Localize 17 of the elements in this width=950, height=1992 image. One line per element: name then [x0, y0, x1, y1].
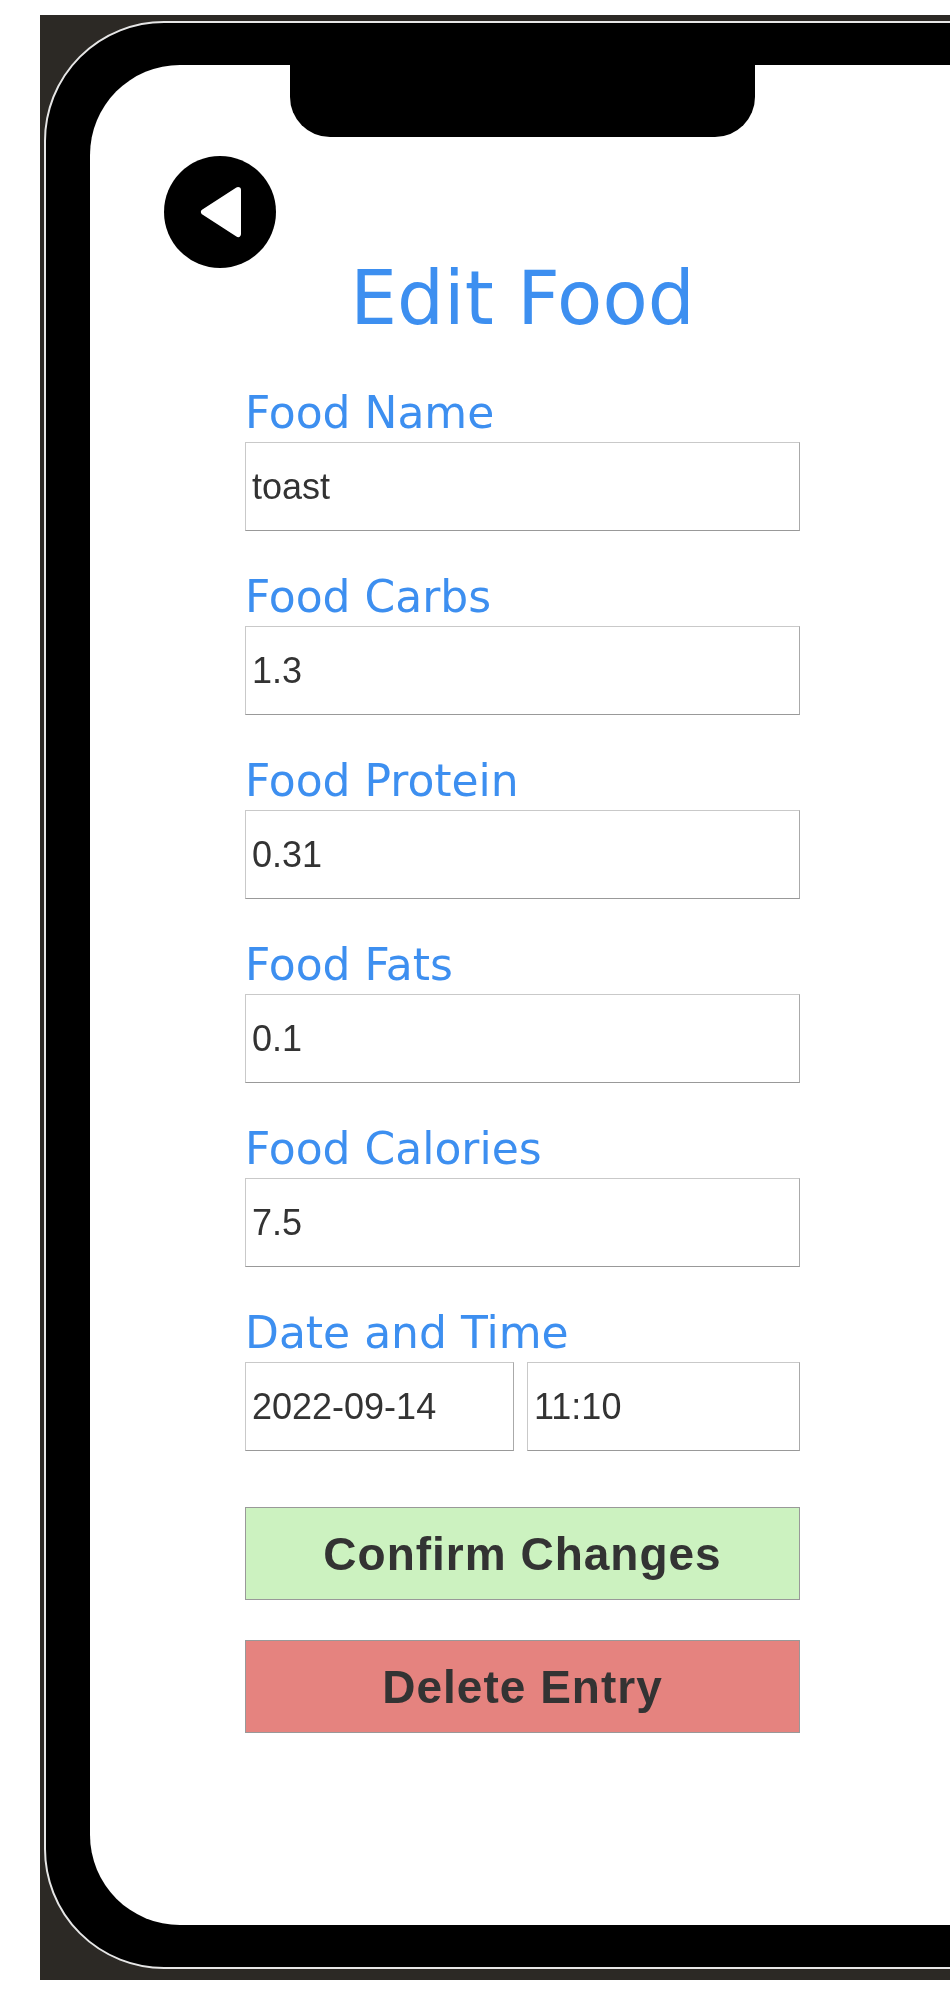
- back-icon: [198, 186, 242, 238]
- delete-button[interactable]: Delete Entry: [245, 1640, 800, 1734]
- field-label: Date and Time: [245, 1306, 570, 1361]
- field-label: Food Fats: [245, 938, 454, 993]
- confirm-button[interactable]: Confirm Changes: [245, 1507, 800, 1601]
- page-title: Edit Food: [349, 258, 696, 340]
- field-label: Food Calories: [245, 1122, 543, 1177]
- time-field[interactable]: 11:10: [527, 1362, 800, 1452]
- date-field[interactable]: 2022-09-14: [245, 1362, 514, 1452]
- field-label: Food Carbs: [245, 570, 493, 625]
- input-field[interactable]: 0.1: [245, 994, 800, 1084]
- field-label: Food Protein: [245, 754, 520, 809]
- input-field[interactable]: 0.31: [245, 810, 800, 900]
- field-label: Food Name: [245, 386, 496, 441]
- input-field[interactable]: 1.3: [245, 626, 800, 716]
- input-field[interactable]: toast: [245, 442, 800, 532]
- input-field[interactable]: 7.5: [245, 1178, 800, 1268]
